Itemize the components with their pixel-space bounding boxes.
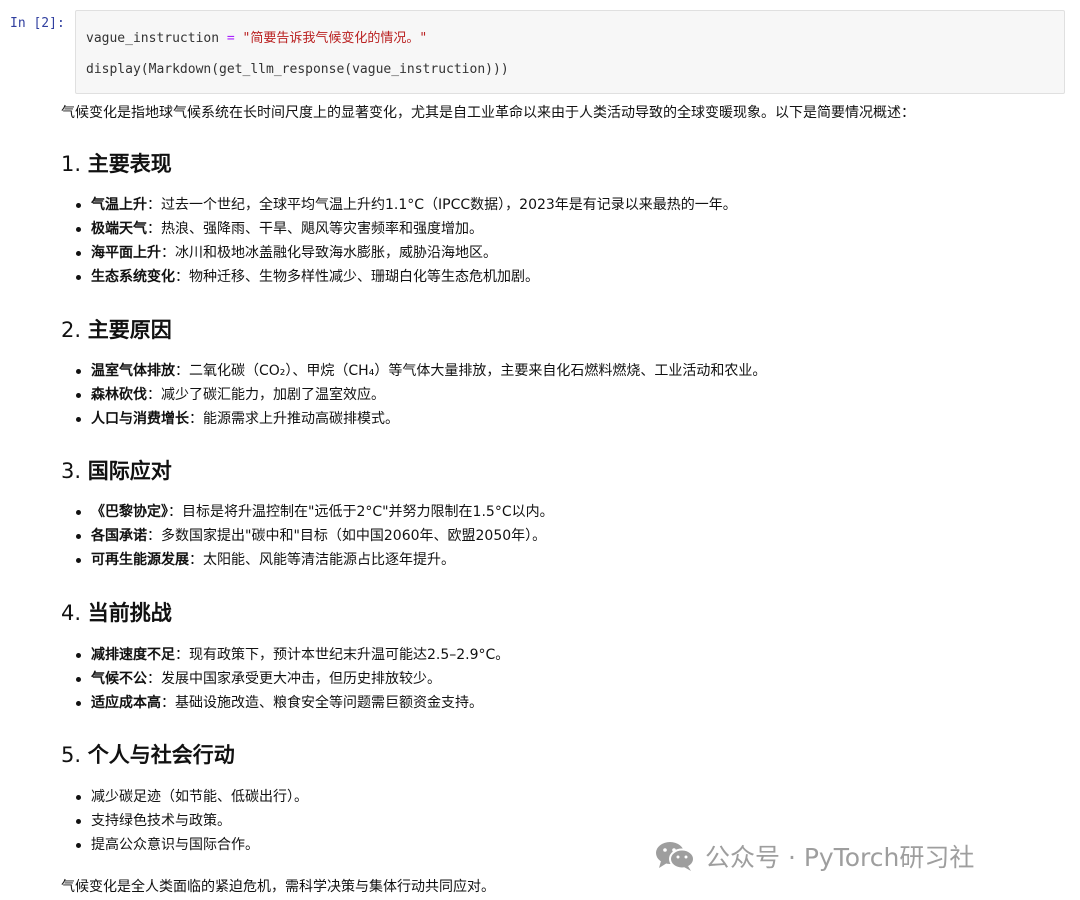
list-item: 减排速度不足：现有政策下，预计本世纪末升温可能达2.5–2.9°C。 — [61, 643, 509, 667]
list-item: 《巴黎协定》：目标是将升温控制在"远低于2°C"并努力限制在1.5°C以内。 — [61, 500, 554, 524]
section-list-4: 减排速度不足：现有政策下，预计本世纪末升温可能达2.5–2.9°C。 气候不公：… — [61, 643, 509, 715]
section-heading-4: 4. 当前挑战 — [61, 601, 172, 625]
cell-prompt: In [2]: — [10, 16, 65, 31]
output-outro: 气候变化是全人类面临的紧迫危机，需科学决策与集体行动共同应对。 — [61, 879, 495, 895]
list-item: 各国承诺：多数国家提出"碳中和"目标（如中国2060年、欧盟2050年）。 — [61, 524, 554, 548]
section-heading-2: 2. 主要原因 — [61, 318, 172, 342]
section-heading-1: 1. 主要表现 — [61, 152, 172, 176]
section-heading-5: 5. 个人与社会行动 — [61, 743, 235, 767]
list-item: 气候不公：发展中国家承受更大冲击，但历史排放较少。 — [61, 667, 509, 691]
wechat-icon — [655, 840, 695, 872]
section-list-2: 温室气体排放：二氧化碳（CO₂）、甲烷（CH₄）等气体大量排放，主要来自化石燃料… — [61, 359, 766, 431]
list-item: 提高公众意识与国际合作。 — [61, 833, 308, 857]
list-item: 支持绿色技术与政策。 — [61, 809, 308, 833]
code-operator: = — [219, 31, 243, 46]
watermark-text: 公众号 · PyTorch研习社 — [705, 843, 975, 872]
section-heading-3: 3. 国际应对 — [61, 459, 172, 483]
list-item: 可再生能源发展：太阳能、风能等清洁能源占比逐年提升。 — [61, 548, 554, 572]
code-line-2: display(Markdown(get_llm_response(vague_… — [86, 62, 509, 77]
list-item: 人口与消费增长：能源需求上升推动高碳排模式。 — [61, 407, 766, 431]
list-item: 气温上升：过去一个世纪，全球平均气温上升约1.1°C（IPCC数据），2023年… — [61, 193, 737, 217]
list-item: 适应成本高：基础设施改造、粮食安全等问题需巨额资金支持。 — [61, 691, 509, 715]
code-line-1: vague_instruction = "简要告诉我气候变化的情况。" — [86, 27, 427, 46]
output-intro: 气候变化是指地球气候系统在长时间尺度上的显著变化，尤其是自工业革命以来由于人类活… — [61, 105, 915, 121]
list-item: 减少碳足迹（如节能、低碳出行）。 — [61, 785, 308, 809]
section-list-3: 《巴黎协定》：目标是将升温控制在"远低于2°C"并努力限制在1.5°C以内。 各… — [61, 500, 554, 572]
section-list-5: 减少碳足迹（如节能、低碳出行）。 支持绿色技术与政策。 提高公众意识与国际合作。 — [61, 785, 308, 857]
list-item: 温室气体排放：二氧化碳（CO₂）、甲烷（CH₄）等气体大量排放，主要来自化石燃料… — [61, 359, 766, 383]
list-item: 森林砍伐：减少了碳汇能力，加剧了温室效应。 — [61, 383, 766, 407]
code-cell-input[interactable]: vague_instruction = "简要告诉我气候变化的情况。" disp… — [75, 10, 1065, 94]
section-list-1: 气温上升：过去一个世纪，全球平均气温上升约1.1°C（IPCC数据），2023年… — [61, 193, 737, 289]
watermark: 公众号 · PyTorch研习社 — [655, 838, 974, 874]
code-string: "简要告诉我气候变化的情况。" — [242, 31, 428, 46]
list-item: 生态系统变化：物种迁移、生物多样性减少、珊瑚白化等生态危机加剧。 — [61, 265, 737, 289]
code-variable: vague_instruction — [86, 31, 220, 46]
list-item: 海平面上升：冰川和极地冰盖融化导致海水膨胀，威胁沿海地区。 — [61, 241, 737, 265]
list-item: 极端天气：热浪、强降雨、干旱、飓风等灾害频率和强度增加。 — [61, 217, 737, 241]
